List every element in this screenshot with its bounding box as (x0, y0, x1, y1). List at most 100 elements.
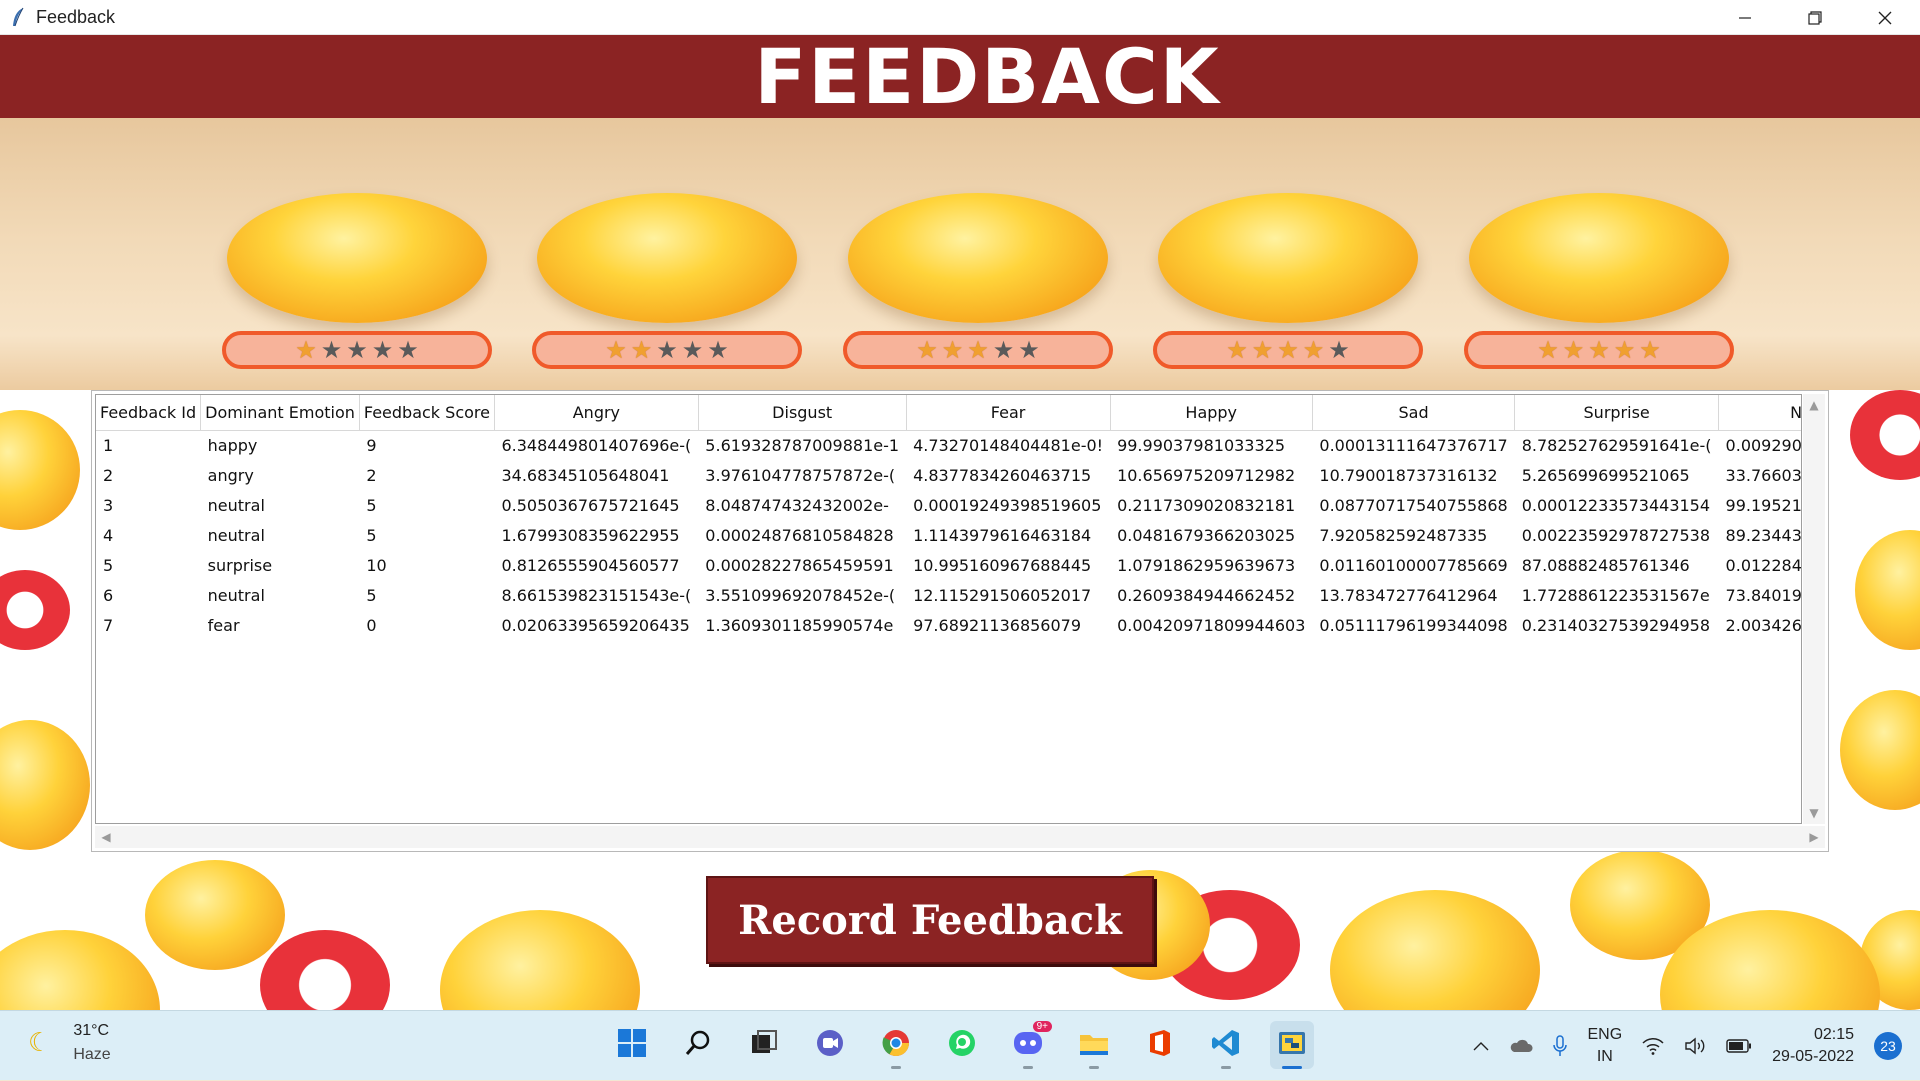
table-cell: 7 (103, 615, 114, 635)
star-icon: ★ (1302, 336, 1325, 364)
kissing-face-icon (1158, 193, 1418, 323)
column-header[interactable]: Feedback Id (96, 395, 202, 431)
notification-badge[interactable]: 23 (1874, 1032, 1902, 1060)
battery-icon[interactable] (1726, 1039, 1752, 1053)
taskbar-app-chat[interactable] (808, 1021, 852, 1069)
office-icon (1146, 1028, 1174, 1062)
vertical-scrollbar[interactable]: ▲ ▼ (1803, 394, 1825, 824)
table-row[interactable]: 5 surprise 10 0.8126555904560577 0.000282278… (96, 550, 1801, 580)
taskbar-apps: 9+ (610, 1021, 1314, 1069)
chevron-up-icon[interactable] (1473, 1041, 1489, 1051)
taskbar-app-whatsapp[interactable] (940, 1021, 984, 1069)
table-cell: 10.656975209712982 (1117, 465, 1296, 485)
column-header[interactable]: Dominant Emotion (200, 395, 360, 431)
weather-widget[interactable]: ☾ 31°C Haze (28, 1019, 111, 1067)
table-row[interactable]: 7 fear 0 0.02063395659206435 1.3609301185990… (96, 610, 1802, 640)
table-cell: 9 (366, 435, 377, 455)
star-icon: ★ (916, 336, 938, 364)
app-badge: 9+ (1032, 1021, 1052, 1032)
table-cell: 89.23443555831909 (1725, 525, 1802, 545)
table-cell: 12.115291506052017 (913, 585, 1092, 605)
feedback-table-viewport[interactable]: Feedback Id Dominant Emotion Feedback Scor… (95, 394, 1802, 824)
emoji-rating-card: ★ ★ ★ ★ ★ (843, 193, 1113, 383)
speaker-icon[interactable] (1684, 1037, 1706, 1055)
table-cell: fear (207, 615, 240, 635)
scroll-right-icon[interactable]: ▶ (1803, 826, 1825, 848)
table-cell: 2 (103, 465, 114, 485)
chat-icon (815, 1028, 845, 1062)
running-indicator (1089, 1066, 1099, 1069)
table-cell: 13.783472776412964 (1319, 585, 1498, 605)
table-cell: 4.8377834260463715 (913, 465, 1092, 485)
scroll-up-icon[interactable]: ▲ (1803, 394, 1825, 416)
taskbar-app-discord[interactable]: 9+ (1006, 1021, 1052, 1069)
table-cell: 0.00929039888433180 (1725, 435, 1802, 455)
scroll-left-icon[interactable]: ◀ (95, 826, 117, 848)
laughing-face-icon (848, 193, 1108, 323)
clock[interactable]: 02:15 29-05-2022 (1772, 1024, 1854, 1068)
emoji-rating-card: ★ ★ ★ ★ ★ (222, 193, 492, 383)
table-cell: happy (207, 435, 258, 455)
taskbar-app-python[interactable] (1270, 1021, 1314, 1069)
taskbar: ☾ 31°C Haze 9+ ENG IN 02:15 29-05-2022 2… (0, 1010, 1920, 1080)
close-button[interactable] (1850, 0, 1920, 35)
table-row[interactable]: 2 angry 2 34.68345105648041 3.97610477875787… (96, 460, 1801, 490)
minimize-button[interactable] (1710, 0, 1780, 35)
microphone-icon[interactable] (1553, 1035, 1568, 1057)
table-cell: neutral (207, 585, 265, 605)
star-icon: ★ (1251, 336, 1274, 364)
table-cell: 0.00024876810584828 (705, 525, 894, 545)
system-tray: ENG IN 02:15 29-05-2022 23 (1463, 1011, 1920, 1081)
taskbar-app-chrome[interactable] (874, 1021, 918, 1069)
restore-button[interactable] (1780, 0, 1850, 35)
wifi-icon[interactable] (1642, 1037, 1664, 1055)
onedrive-cloud-icon[interactable] (1509, 1038, 1534, 1054)
table-cell: 97.68921136856079 (913, 615, 1082, 635)
table-cell: 6.348449801407696e-( (501, 435, 692, 455)
column-header[interactable]: Happy (1110, 395, 1313, 431)
star-icon: ★ (295, 336, 317, 364)
emoji-decoration (1330, 890, 1540, 1010)
column-header[interactable]: Neutral (1718, 395, 1801, 431)
taskbar-app-start[interactable] (610, 1021, 654, 1069)
taskbar-app-office[interactable] (1138, 1021, 1182, 1069)
table-cell: 87.08882485761346 (1521, 555, 1690, 575)
record-feedback-button[interactable]: Record Feedback (706, 876, 1154, 964)
table-cell: 0.23140327539294958 (1521, 615, 1711, 635)
moon-weather-icon: ☾ (28, 1028, 52, 1058)
table-cell: 7.920582592487335 (1319, 525, 1488, 545)
table-row[interactable]: 6 neutral 5 8.661539823151543e-(3.551099692… (96, 580, 1802, 610)
column-header[interactable]: Angry (494, 395, 699, 431)
table-cell: 0.02063395659206435 (501, 615, 690, 635)
table-cell: 3.551099692078452e-( (705, 585, 896, 605)
scroll-down-icon[interactable]: ▼ (1803, 802, 1825, 824)
page-title: FEEDBACK (754, 32, 1221, 121)
table-cell: 3 (103, 495, 114, 515)
star-icon: ★ (967, 336, 989, 364)
table-cell: surprise (207, 555, 273, 575)
column-header[interactable]: Sad (1312, 395, 1516, 431)
taskbar-app-file-explorer[interactable] (1072, 1021, 1116, 1069)
restore-icon (1808, 10, 1822, 25)
table-row[interactable]: 4 neutral 5 1.6799308359622955 0.00024876810… (96, 520, 1802, 550)
table-cell: 5 (366, 585, 377, 605)
column-header[interactable]: Fear (906, 395, 1111, 431)
table-row[interactable]: 1 happy 9 6.348449801407696e-(5.61932878700… (96, 430, 1802, 460)
table-cell: 2.003426104784012 (1725, 615, 1802, 635)
taskbar-app-search[interactable] (676, 1021, 720, 1069)
star-rating: ★ ★ ★ ★ ★ (222, 331, 492, 369)
table-cell: 8.048747432432002e- (705, 495, 889, 515)
window-title: Feedback (36, 6, 116, 27)
sad-crying-face-icon (227, 193, 487, 323)
column-header[interactable]: Surprise (1514, 395, 1720, 431)
taskbar-app-task-view[interactable] (742, 1021, 786, 1069)
horizontal-scrollbar[interactable]: ◀ ▶ (95, 826, 1825, 848)
language-indicator[interactable]: ENG IN (1587, 1024, 1622, 1068)
table-cell: 73.84019494056702 (1725, 585, 1802, 605)
taskbar-app-vscode[interactable] (1204, 1021, 1248, 1069)
clock-date: 29-05-2022 (1772, 1048, 1854, 1065)
column-header[interactable]: Feedback Score (359, 395, 495, 431)
table-row[interactable]: 3 neutral 5 0.5050367675721645 8.04874743243… (96, 490, 1801, 520)
column-header[interactable]: Disgust (698, 395, 907, 431)
emoji-decoration (0, 930, 160, 1010)
